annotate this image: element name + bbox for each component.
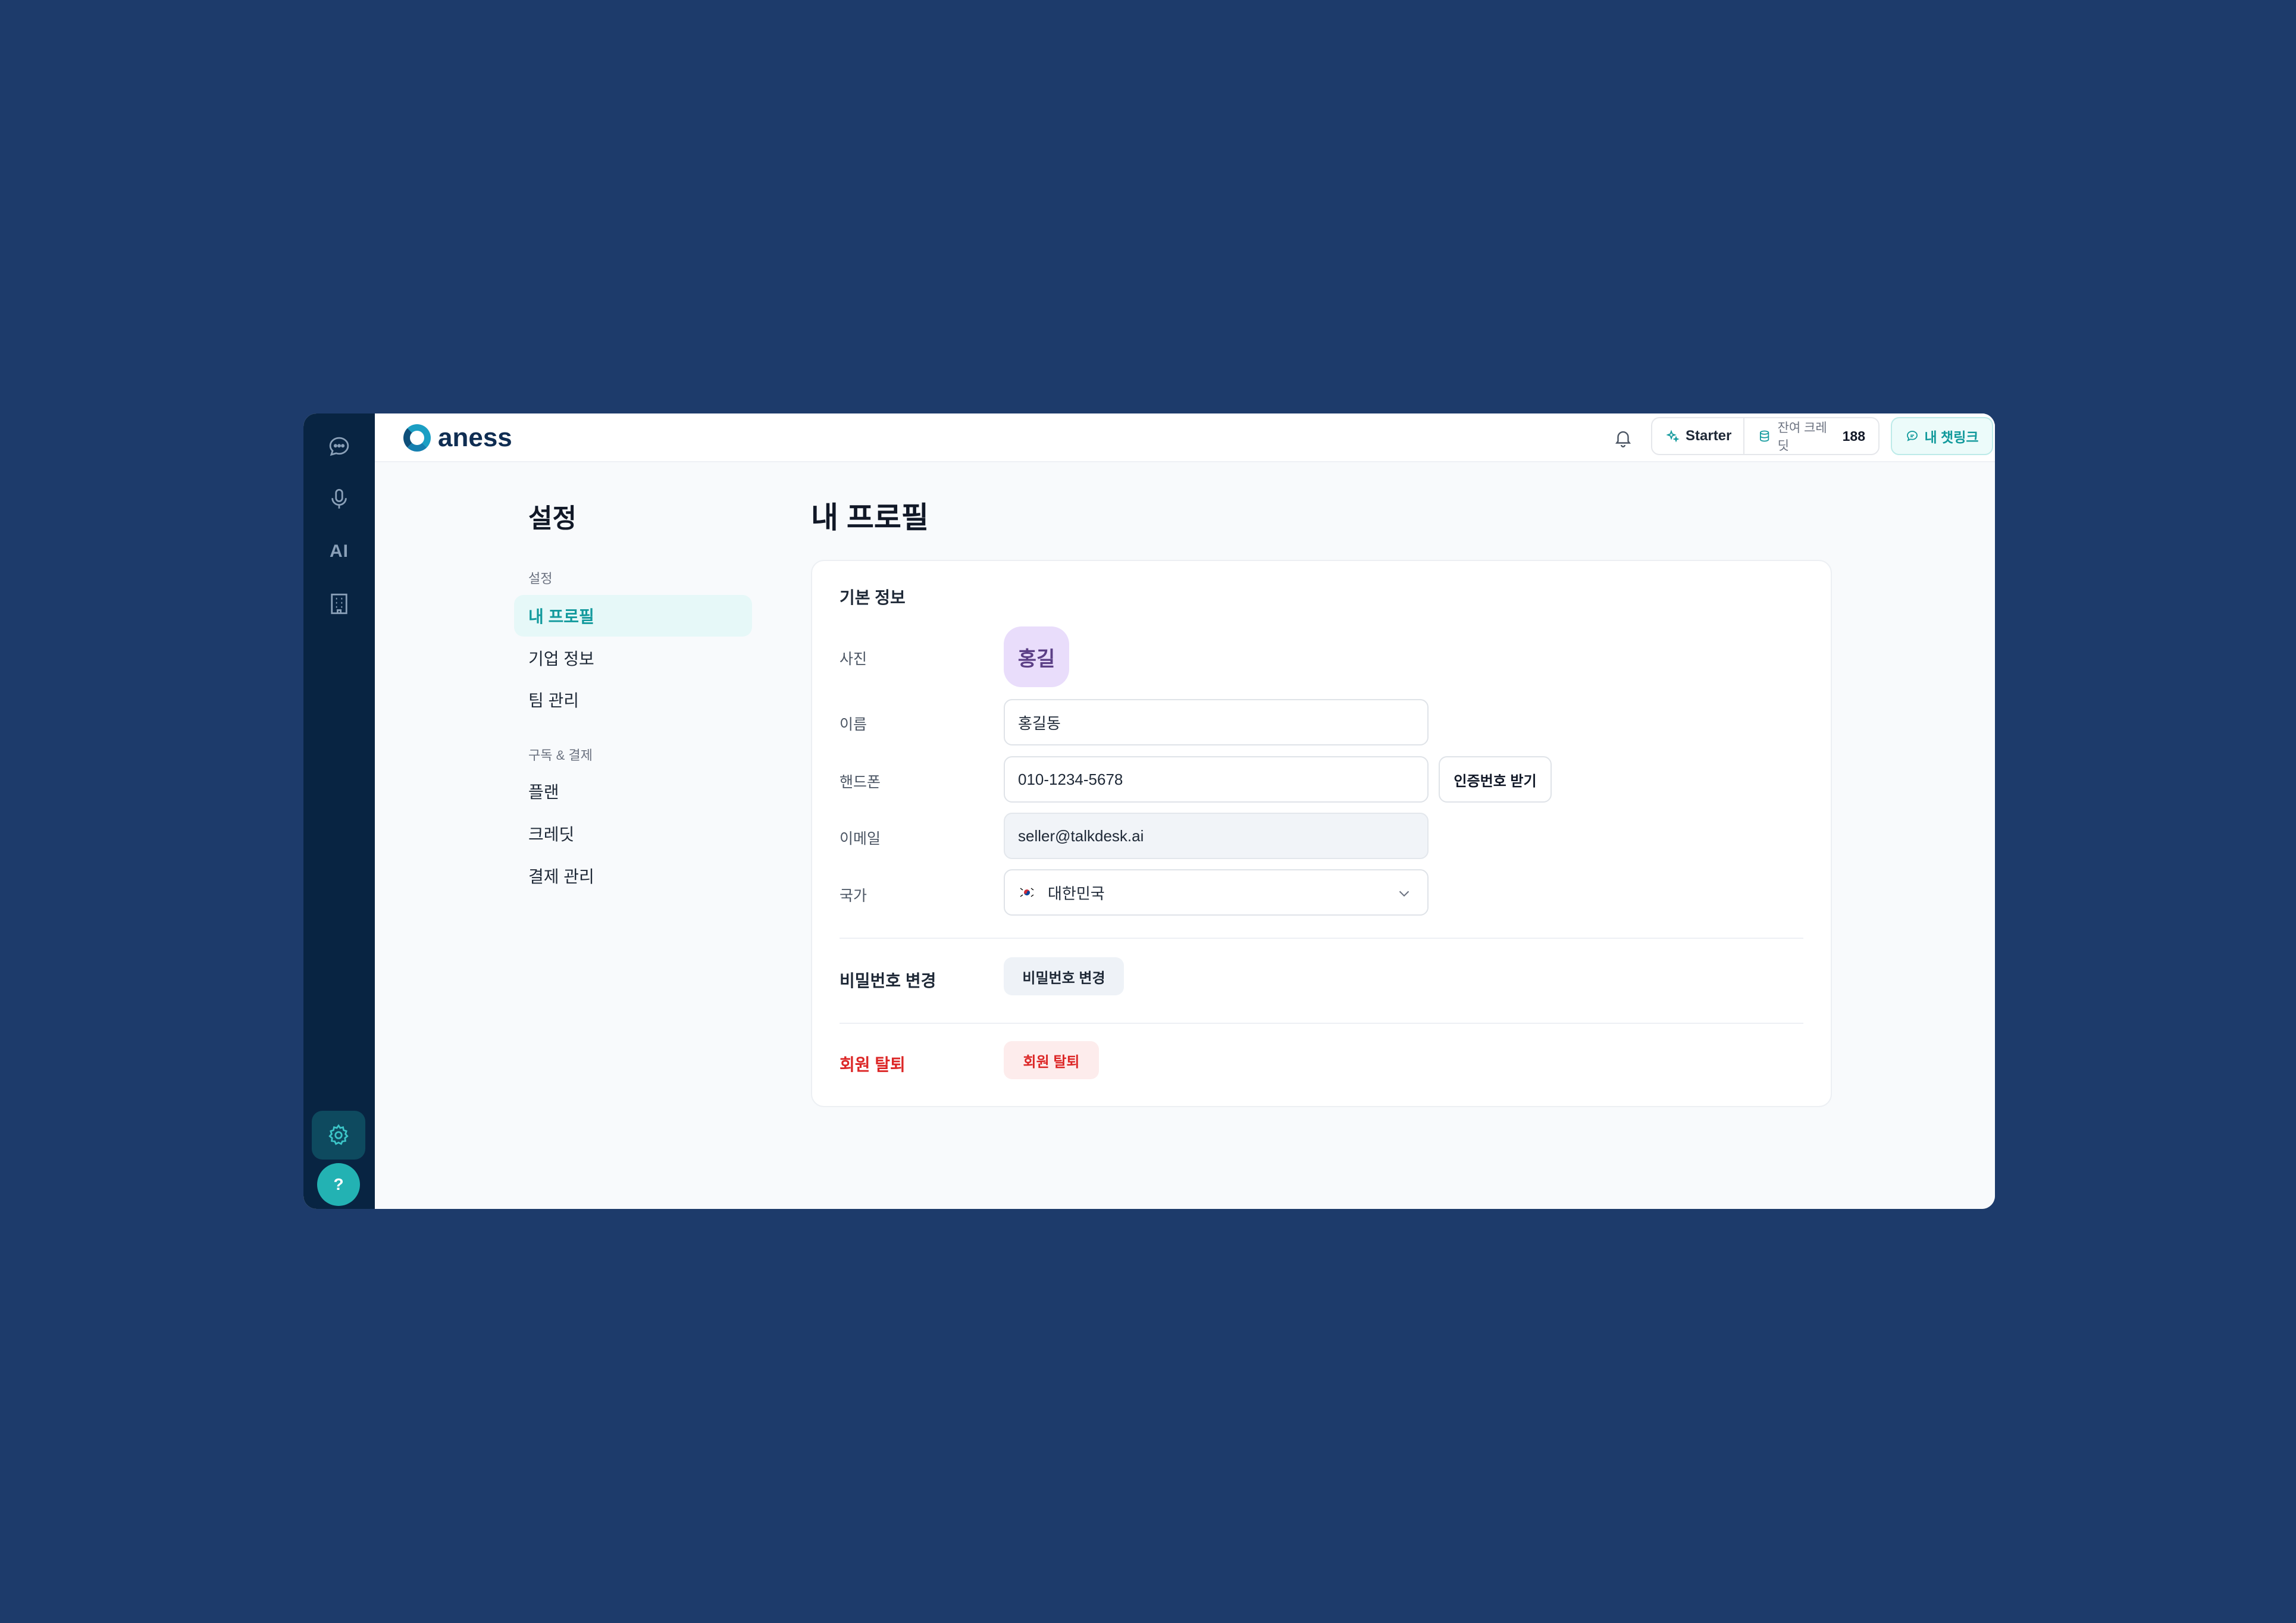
phone-input[interactable]: 010-1234-5678 (1004, 756, 1429, 803)
left-rail: AI ? (303, 413, 375, 1209)
email-field[interactable]: seller@talkdesk.ai (1004, 813, 1429, 859)
chat-icon (329, 437, 349, 456)
bell-icon (1615, 431, 1631, 448)
ai-label: AI (330, 541, 349, 561)
chat-bubble-icon (1907, 431, 1918, 441)
logo-text: aness (438, 423, 512, 452)
country-value: 대한민국 (1048, 884, 1105, 903)
change-password-title: 비밀번호 변경 (840, 972, 936, 990)
plan-credit-pill[interactable]: Starter 잔여 크레딧 188 (1651, 417, 1880, 455)
withdraw-button[interactable]: 회원 탈퇴 (1004, 1041, 1099, 1079)
credit-value: 188 (1842, 428, 1865, 444)
my-chatlink-label: 내 챗링크 (1924, 430, 1979, 445)
sparkle-icon (1666, 430, 1680, 443)
plan-badge[interactable]: Starter (1652, 418, 1745, 454)
mic-icon (331, 488, 347, 509)
phone-label: 핸드폰 (840, 774, 881, 791)
rail-company[interactable] (303, 580, 375, 628)
nav-item-my-profile[interactable]: 내 프로필 (514, 595, 752, 637)
country-label: 국가 (840, 888, 867, 904)
credit-badge[interactable]: 잔여 크레딧 188 (1744, 418, 1878, 454)
nav-item-team-management[interactable]: 팀 관리 (514, 679, 752, 720)
nav-item-plan[interactable]: 플랜 (514, 770, 752, 812)
avatar[interactable]: 홍길 (1004, 626, 1069, 687)
name-label: 이름 (840, 716, 867, 733)
main-area: aness Starter 잔여 크레딧 188 내 챗링크 설정 설정 내 프… (375, 413, 1995, 1209)
nav-group-billing: 구독 & 결제 (528, 748, 593, 763)
basic-info-title: 기본 정보 (840, 588, 906, 607)
notifications-button[interactable] (1608, 422, 1639, 453)
name-input[interactable]: 홍길동 (1004, 699, 1429, 745)
credit-label: 잔여 크레딧 (1777, 421, 1827, 453)
send-verification-button[interactable]: 인증번호 받기 (1439, 756, 1552, 803)
divider (840, 1023, 1803, 1024)
change-password-button[interactable]: 비밀번호 변경 (1004, 957, 1124, 995)
photo-label: 사진 (840, 651, 867, 668)
app-window: AI ? aness Starter 잔여 크레딧 188 내 챗링크 설정 설… (303, 413, 1995, 1209)
profile-card: 기본 정보 사진 홍길 이름 홍길동 핸드폰 010-1234-5678 인증번… (811, 560, 1832, 1107)
my-chatlink-button[interactable]: 내 챗링크 (1891, 417, 1993, 455)
nav-item-credit[interactable]: 크레딧 (514, 813, 752, 854)
chevron-down-icon (1399, 891, 1409, 897)
building-icon (331, 593, 347, 615)
database-icon (1760, 430, 1769, 442)
nav-item-payment[interactable]: 결제 관리 (514, 855, 752, 897)
logo-mark (403, 424, 431, 452)
divider (840, 938, 1803, 939)
nav-group-settings: 설정 (528, 571, 553, 586)
plan-name: Starter (1686, 428, 1732, 444)
help-button[interactable]: ? (317, 1163, 360, 1206)
email-label: 이메일 (840, 831, 881, 847)
rail-voice[interactable] (303, 475, 375, 523)
nav-item-company-info[interactable]: 기업 정보 (514, 637, 752, 679)
withdraw-title: 회원 탈퇴 (840, 1055, 906, 1074)
rail-ai[interactable]: AI (303, 528, 375, 575)
rail-chat[interactable] (303, 423, 375, 471)
top-bar: aness Starter 잔여 크레딧 188 내 챗링크 (375, 413, 1995, 462)
page-title: 내 프로필 (811, 501, 929, 534)
korea-flag-icon (1018, 886, 1036, 899)
settings-title: 설정 (528, 504, 577, 533)
logo[interactable]: aness (403, 419, 512, 456)
gear-icon (328, 1124, 349, 1145)
rail-settings[interactable] (312, 1111, 365, 1160)
country-select[interactable]: 대한민국 (1004, 869, 1429, 916)
